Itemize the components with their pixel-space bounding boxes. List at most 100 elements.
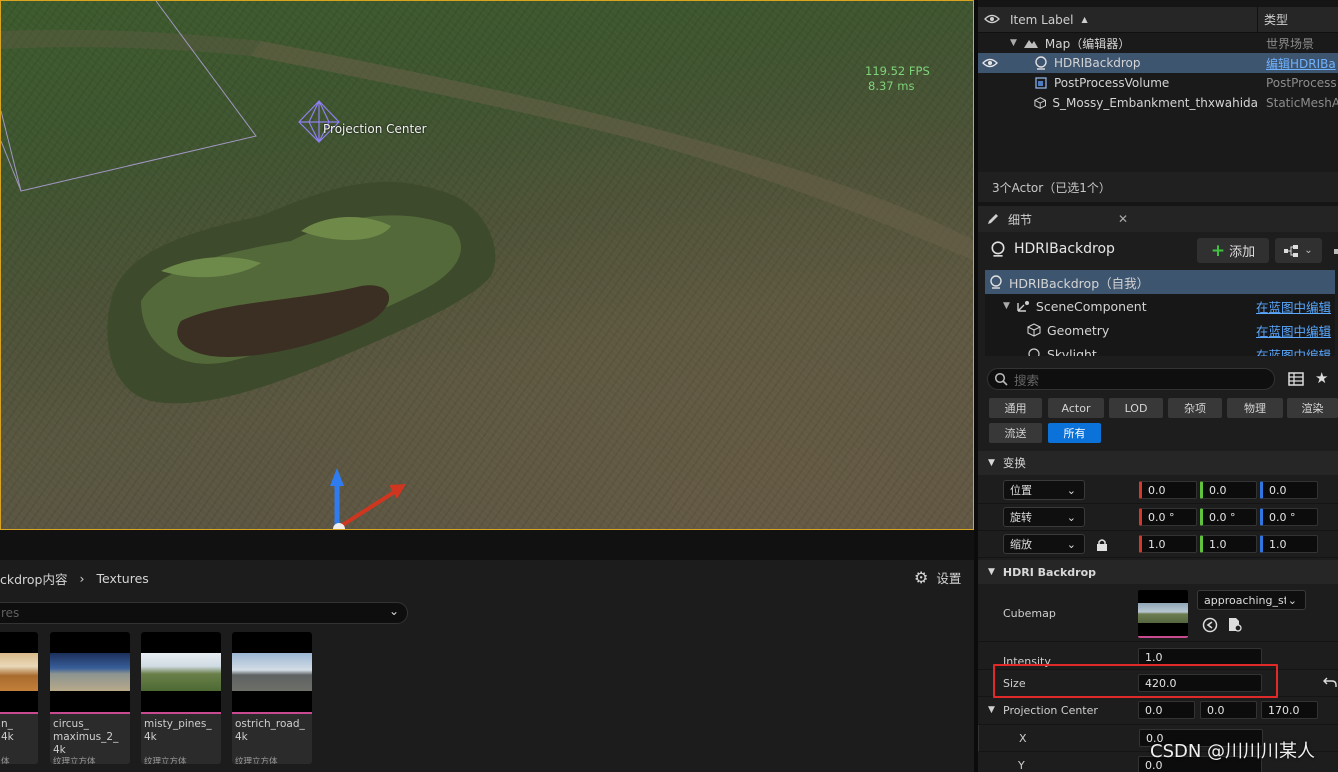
component-row-geometry[interactable]: Geometry 在蓝图中编辑: [985, 318, 1335, 342]
outliner-row-type: StaticMeshA: [1266, 96, 1338, 110]
component-row-skylight[interactable]: Skylight 在蓝图中编辑: [985, 342, 1335, 356]
cubemap-thumbnail[interactable]: [1138, 590, 1188, 638]
outliner-row-map[interactable]: ▼ Map（编辑器） 世界场景: [978, 33, 1338, 53]
outliner-row-staticmesh[interactable]: S_Mossy_Embankment_thxwahida StaticMeshA: [978, 93, 1338, 113]
location-mode-dropdown[interactable]: 位置 ⌄: [1003, 480, 1085, 500]
edit-in-blueprint-link[interactable]: 在蓝图中编辑: [1256, 345, 1331, 357]
column-item-label[interactable]: Item Label: [1010, 13, 1074, 27]
actor-name: HDRIBackdrop: [1014, 241, 1115, 257]
y-label: Y: [1018, 759, 1025, 772]
cubemap-label: Cubemap: [1003, 607, 1056, 620]
asset-tile[interactable]: ostrich_road_ 4k 纹理立方体: [232, 632, 312, 764]
level-viewport[interactable]: 119.52 FPS 8.37 ms Projection Center: [0, 0, 974, 530]
outliner-actor-count: 3个Actor（已选1个）: [978, 172, 1338, 202]
favorites-star-icon[interactable]: ★: [1315, 369, 1328, 387]
skylight-icon: [1028, 348, 1040, 356]
static-mesh-icon: [1027, 323, 1041, 337]
chevron-down-icon: ⌄: [388, 604, 399, 618]
transform-gizmo: [330, 468, 406, 529]
cubemap-asset-dropdown[interactable]: approaching_stor ⌄: [1197, 590, 1306, 610]
component-label: Geometry: [1047, 322, 1110, 338]
projection-y-input[interactable]: 0.0: [1200, 701, 1257, 719]
outliner-row-postprocessvolume[interactable]: PostProcessVolume PostProcess: [978, 73, 1338, 93]
filter-actor[interactable]: Actor: [1048, 398, 1104, 418]
location-z-input[interactable]: 0.0: [1260, 481, 1318, 499]
use-selected-asset-icon[interactable]: [1202, 617, 1218, 633]
edit-hdribackdrop-link[interactable]: 编辑HDRIBa: [1258, 55, 1338, 72]
scale-mode-dropdown[interactable]: 缩放 ⌄: [1003, 534, 1085, 554]
hdri-actor-icon: [990, 275, 1002, 289]
outliner-row-hdribackdrop[interactable]: HDRIBackdrop 编辑HDRIBa: [978, 53, 1338, 73]
add-component-button[interactable]: + 添加: [1197, 238, 1269, 263]
category-label: 变换: [1002, 456, 1026, 470]
rotation-z-input[interactable]: 0.0 °: [1260, 508, 1318, 526]
projection-center-label: Projection Center: [1003, 704, 1098, 717]
filter-all[interactable]: 所有: [1048, 423, 1101, 443]
category-label: HDRI Backdrop: [1002, 565, 1097, 579]
details-search-input[interactable]: 搜索: [987, 368, 1275, 390]
lock-icon[interactable]: [1096, 538, 1108, 552]
highlight-box: [993, 664, 1278, 698]
asset-name: circus_ maximus_2_ 4k: [53, 718, 119, 754]
filter-lod[interactable]: LOD: [1109, 398, 1163, 418]
property-rotation: 旋转 ⌄ 0.0 ° 0.0 ° 0.0 °: [978, 504, 1338, 531]
tab-details[interactable]: 细节 ✕: [978, 206, 1338, 232]
fps-value: 119.52 FPS: [865, 64, 930, 78]
location-y-input[interactable]: 0.0: [1200, 481, 1257, 499]
projection-x-input[interactable]: 0.0: [1138, 701, 1195, 719]
asset-type: 体: [1, 757, 10, 764]
breadcrumb-current[interactable]: Textures: [97, 571, 149, 586]
scale-label: 缩放: [1010, 538, 1032, 551]
filter-rendering[interactable]: 渲染: [1287, 398, 1338, 418]
world-outliner: Item Label ▲ 类型 ▼ Map（编辑器） 世界场景 HDRIBack…: [978, 7, 1338, 202]
browse-asset-icon[interactable]: [1227, 617, 1243, 633]
rotation-y-input[interactable]: 0.0 °: [1200, 508, 1257, 526]
close-tab-icon[interactable]: ✕: [1118, 212, 1128, 226]
rotation-x-input[interactable]: 0.0 °: [1139, 508, 1197, 526]
edit-in-blueprint-link[interactable]: 在蓝图中编辑: [1256, 321, 1331, 340]
component-row-root[interactable]: HDRIBackdrop（自我）: [985, 270, 1335, 294]
search-placeholder: 搜索: [1014, 372, 1040, 388]
scale-y-input[interactable]: 1.0: [1200, 535, 1257, 553]
asset-tile[interactable]: n_ 4k 体: [0, 632, 38, 764]
rotation-mode-dropdown[interactable]: 旋转 ⌄: [1003, 507, 1085, 527]
column-type[interactable]: 类型: [1258, 11, 1288, 28]
property-cubemap: Cubemap approaching_stor ⌄: [978, 586, 1338, 642]
sort-ascending-icon[interactable]: ▲: [1082, 15, 1088, 24]
visibility-eye-icon[interactable]: [984, 13, 1000, 27]
asset-tile[interactable]: circus_ maximus_2_ 4k 纹理立方体: [50, 632, 130, 764]
filter-misc[interactable]: 杂项: [1168, 398, 1222, 418]
category-transform[interactable]: ▼ 变换: [978, 451, 1338, 475]
filter-streaming[interactable]: 流送: [989, 423, 1042, 443]
filter-general[interactable]: 通用: [989, 398, 1042, 418]
breadcrumb-parent[interactable]: ckdrop内容: [0, 569, 68, 588]
projection-z-input[interactable]: 170.0: [1261, 701, 1318, 719]
postprocess-volume-icon: [1035, 77, 1047, 89]
collapse-arrow-icon: ▼: [988, 705, 995, 715]
expand-arrow-icon[interactable]: ▼: [1010, 38, 1017, 48]
component-label: HDRIBackdrop（自我）: [1009, 275, 1150, 291]
scale-x-input[interactable]: 1.0: [1139, 535, 1197, 553]
panel-edge-marker: [1334, 249, 1338, 254]
component-row-scenecomponent[interactable]: ▼ SceneComponent 在蓝图中编辑: [985, 294, 1335, 318]
gear-icon: ⚙: [914, 568, 929, 587]
filter-physics[interactable]: 物理: [1227, 398, 1283, 418]
panel-divider[interactable]: [974, 0, 978, 772]
collapse-arrow-icon: ▼: [988, 567, 995, 577]
property-scale: 缩放 ⌄ 1.0 1.0 1.0: [978, 531, 1338, 558]
category-hdri-backdrop[interactable]: ▼ HDRI Backdrop: [978, 560, 1338, 584]
location-x-input[interactable]: 0.0: [1139, 481, 1197, 499]
asset-tile[interactable]: misty_pines_ 4k 纹理立方体: [141, 632, 221, 764]
asset-type: 纹理立方体: [235, 757, 278, 764]
expand-arrow-icon[interactable]: ▼: [1003, 301, 1010, 311]
edit-in-blueprint-link[interactable]: 在蓝图中编辑: [1256, 297, 1331, 316]
viewport-scene: [1, 1, 973, 529]
outliner-row-label: S_Mossy_Embankment_thxwahida: [1052, 96, 1258, 110]
settings-button[interactable]: ⚙ 设置: [914, 568, 961, 587]
reset-to-default-icon[interactable]: [1323, 676, 1337, 688]
visibility-eye-icon[interactable]: [978, 58, 1002, 68]
grid-view-icon[interactable]: [1288, 371, 1304, 387]
path-filter-dropdown[interactable]: res ⌄: [0, 602, 408, 624]
blueprint-options-button[interactable]: ⌄: [1275, 238, 1322, 263]
scale-z-input[interactable]: 1.0: [1260, 535, 1318, 553]
